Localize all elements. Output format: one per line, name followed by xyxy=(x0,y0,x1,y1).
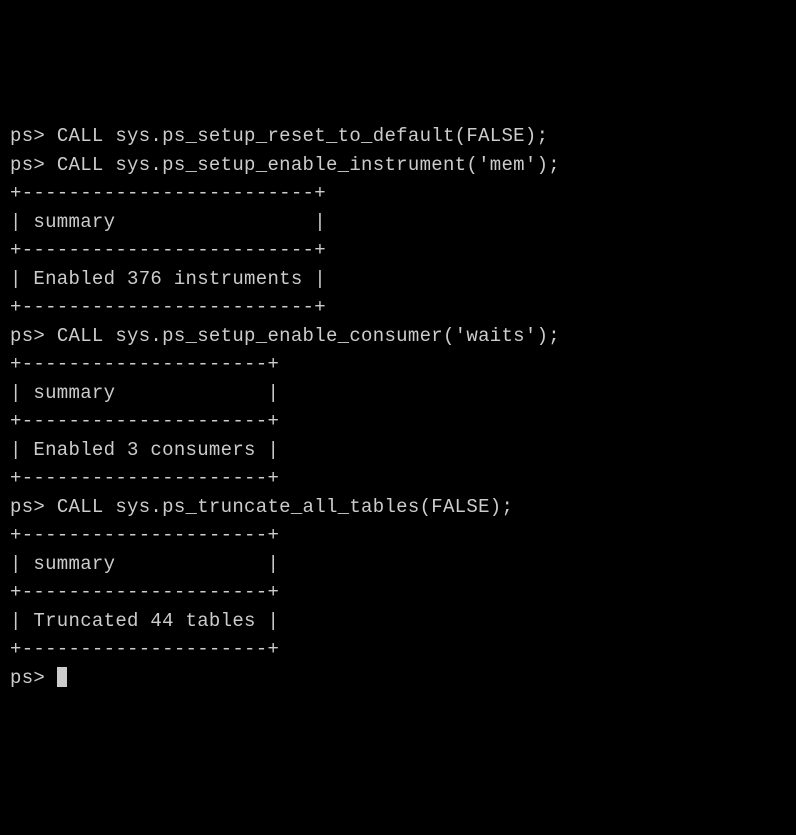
prompt: ps> xyxy=(10,125,45,147)
table-border: +---------------------+ xyxy=(10,407,786,436)
table-row: | Enabled 376 instruments | xyxy=(10,265,786,294)
table-border: +---------------------+ xyxy=(10,578,786,607)
prompt: ps> xyxy=(10,154,45,176)
prompt: ps> xyxy=(10,325,45,347)
command-prompt-active[interactable]: ps> xyxy=(10,664,786,693)
command-text: CALL sys.ps_truncate_all_tables(FALSE); xyxy=(57,496,513,518)
command-text: CALL sys.ps_setup_enable_consumer('waits… xyxy=(57,325,560,347)
table-row: | Enabled 3 consumers | xyxy=(10,436,786,465)
cursor-icon xyxy=(57,667,67,687)
terminal-output: ps> CALL sys.ps_setup_reset_to_default(F… xyxy=(10,122,786,692)
command-text: CALL sys.ps_setup_reset_to_default(FALSE… xyxy=(57,125,548,147)
command-line-2: ps> CALL sys.ps_setup_enable_instrument(… xyxy=(10,151,786,180)
prompt: ps> xyxy=(10,496,45,518)
table-header: | summary | xyxy=(10,208,786,237)
command-line-4: ps> CALL sys.ps_truncate_all_tables(FALS… xyxy=(10,493,786,522)
table-header: | summary | xyxy=(10,379,786,408)
table-border: +-------------------------+ xyxy=(10,293,786,322)
prompt: ps> xyxy=(10,667,45,689)
command-line-1: ps> CALL sys.ps_setup_reset_to_default(F… xyxy=(10,122,786,151)
table-border: +---------------------+ xyxy=(10,350,786,379)
command-text: CALL sys.ps_setup_enable_instrument('mem… xyxy=(57,154,560,176)
table-border: +---------------------+ xyxy=(10,464,786,493)
table-header: | summary | xyxy=(10,550,786,579)
table-border: +-------------------------+ xyxy=(10,236,786,265)
table-border: +-------------------------+ xyxy=(10,179,786,208)
command-line-3: ps> CALL sys.ps_setup_enable_consumer('w… xyxy=(10,322,786,351)
table-border: +---------------------+ xyxy=(10,635,786,664)
table-border: +---------------------+ xyxy=(10,521,786,550)
table-row: | Truncated 44 tables | xyxy=(10,607,786,636)
